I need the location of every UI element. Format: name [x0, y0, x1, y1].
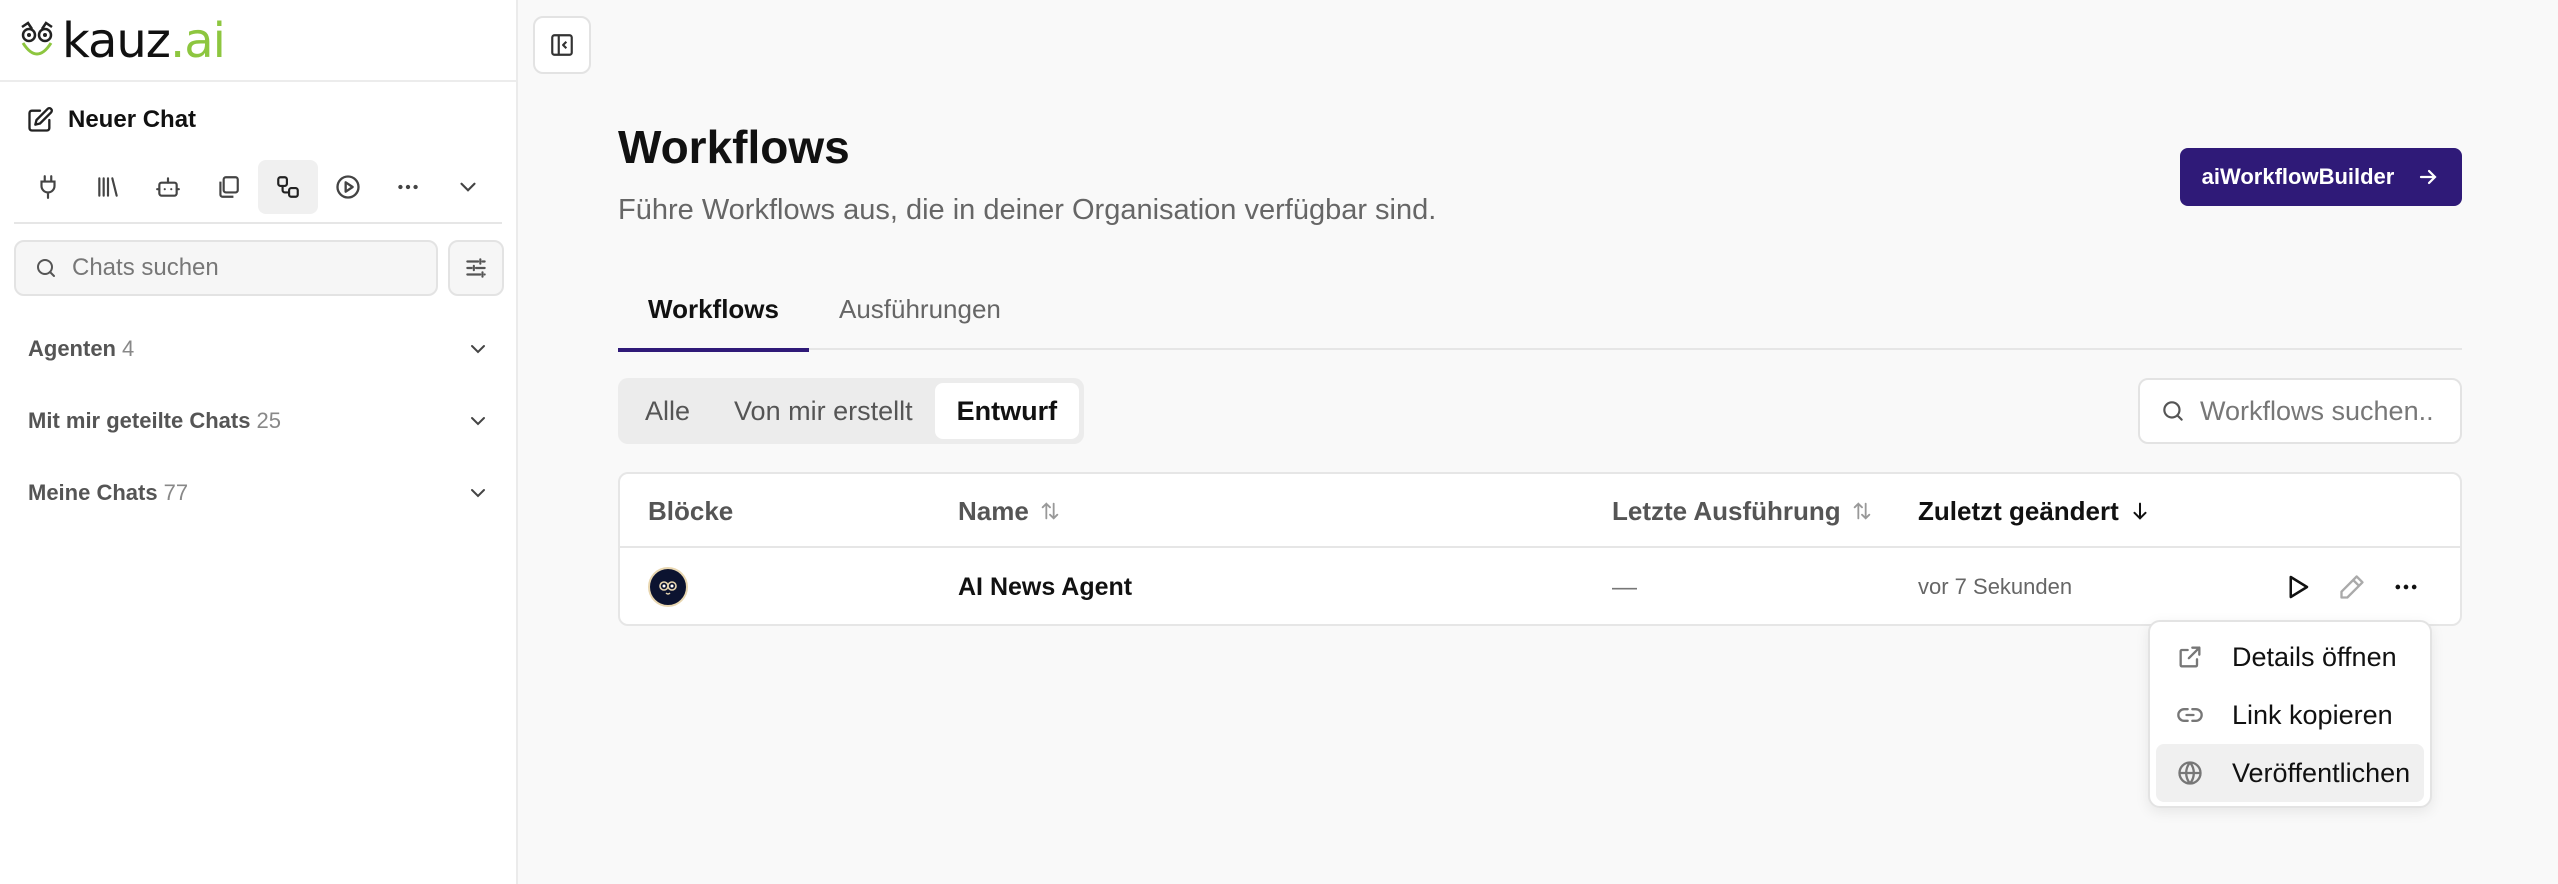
globe-icon	[2178, 761, 2202, 785]
tab-bar: Workflows Ausführungen	[618, 286, 2462, 352]
sliders-icon	[466, 258, 486, 278]
divider	[0, 80, 516, 82]
search-icon	[37, 259, 55, 277]
files-icon	[219, 176, 239, 198]
menu-label: Veröffentlichen	[2232, 757, 2411, 788]
column-label: Zuletzt geändert	[1918, 495, 2119, 526]
chat-filter-button[interactable]	[448, 240, 504, 296]
plugins-button[interactable]	[18, 160, 78, 214]
edit-icon	[28, 107, 53, 132]
owl-icon	[659, 581, 677, 595]
section-my-chats[interactable]: Meine Chats 77	[28, 480, 490, 506]
column-label: Letzte Ausführung	[1612, 495, 1841, 526]
workflow-builder-label: aiWorkflowBuilder	[2201, 164, 2395, 189]
page-subtitle: Führe Workflows aus, die in deiner Organ…	[618, 194, 1437, 226]
sort-icon	[1853, 502, 1870, 520]
menu-publish[interactable]: Veröffentlichen	[2156, 744, 2424, 802]
chevron-down-icon	[460, 182, 476, 192]
tab-workflows[interactable]: Workflows	[618, 286, 809, 352]
brand-logo[interactable]: kauz.ai	[18, 13, 226, 69]
workflow-builder-button[interactable]: aiWorkflowBuilder	[2180, 148, 2462, 206]
sidebar-collapse-icon	[551, 34, 573, 56]
filter-mine[interactable]: Von mir erstellt	[712, 383, 935, 439]
filter-all[interactable]: Alle	[623, 383, 712, 439]
divider	[14, 222, 502, 224]
section-label: Meine Chats 77	[28, 480, 188, 506]
menu-label: Link kopieren	[2232, 699, 2393, 730]
library-icon	[98, 177, 118, 197]
row-last-run: —	[1612, 572, 1637, 601]
chat-search-input[interactable]	[72, 254, 432, 282]
chevron-down-icon	[471, 417, 485, 426]
table-header: Blöcke Name Letzte Ausführung Zuletzt ge…	[620, 474, 2460, 548]
row-context-menu: Details öffnen Link kopieren Veröffentli…	[2148, 620, 2432, 808]
column-blocks: Blöcke	[648, 474, 733, 548]
agent-avatar	[648, 567, 688, 607]
external-link-icon	[2179, 646, 2201, 668]
bot-icon	[156, 177, 180, 197]
edit-workflow-icon[interactable]	[2338, 573, 2366, 601]
library-button[interactable]	[78, 160, 138, 214]
new-chat-button[interactable]: Neuer Chat	[26, 106, 196, 134]
column-name[interactable]: Name	[958, 474, 1061, 548]
row-modified: vor 7 Sekunden	[1918, 574, 2073, 599]
section-count: 4	[122, 336, 135, 361]
column-label: Blöcke	[648, 495, 734, 526]
more-actions-icon[interactable]	[2392, 573, 2420, 601]
row-name[interactable]: AI News Agent	[958, 548, 1132, 626]
workflow-search	[2138, 378, 2462, 444]
page-title: Workflows	[618, 121, 850, 173]
column-label: Name	[958, 495, 1029, 526]
more-button[interactable]	[378, 160, 438, 214]
runs-button[interactable]	[318, 160, 378, 214]
owl-logo-icon	[21, 21, 53, 56]
section-count: 25	[256, 408, 281, 433]
column-modified[interactable]: Zuletzt geändert	[1918, 474, 2151, 548]
tab-executions[interactable]: Ausführungen	[809, 286, 1031, 350]
chat-search	[14, 240, 438, 296]
files-button[interactable]	[198, 160, 258, 214]
expand-toolbar-button[interactable]	[438, 160, 498, 214]
sidebar-toolbar	[18, 160, 498, 214]
section-title: Mit mir geteilte Chats	[28, 408, 251, 433]
row-blocks-cell	[648, 548, 688, 626]
section-label: Mit mir geteilte Chats 25	[28, 408, 281, 434]
new-chat-label: Neuer Chat	[68, 106, 197, 133]
filter-draft[interactable]: Entwurf	[934, 383, 1080, 439]
section-title: Meine Chats	[28, 480, 158, 505]
section-count: 77	[163, 480, 189, 505]
menu-open-details[interactable]: Details öffnen	[2156, 628, 2424, 686]
section-label: Agenten 4	[28, 336, 134, 362]
section-agents[interactable]: Agenten 4	[28, 336, 490, 362]
workflow-search-input[interactable]	[2200, 395, 2450, 427]
collapse-sidebar-button[interactable]	[533, 16, 591, 74]
menu-copy-link[interactable]: Link kopieren	[2156, 686, 2424, 744]
workflow-icon	[277, 176, 299, 198]
arrow-right-icon	[2420, 169, 2437, 185]
run-workflow-icon[interactable]	[2282, 572, 2312, 602]
sidebar: kauz.ai Neuer Chat Chats suchen Agenten …	[0, 0, 518, 884]
arrow-down-icon	[2133, 502, 2147, 520]
section-shared-chats[interactable]: Mit mir geteilte Chats 25	[28, 408, 490, 434]
chevron-down-icon	[471, 345, 485, 354]
play-circle-icon	[336, 175, 360, 199]
agents-button[interactable]	[138, 160, 198, 214]
filter-segmented-control: Alle Von mir erstellt Entwurf	[618, 378, 1085, 444]
brand-name: kauz	[62, 13, 171, 69]
link-icon	[2177, 708, 2203, 722]
menu-label: Details öffnen	[2232, 641, 2397, 672]
chevron-down-icon	[471, 489, 485, 498]
workflows-button[interactable]	[258, 160, 318, 214]
sort-icon	[1041, 502, 1059, 520]
section-title: Agenten	[28, 336, 116, 361]
more-icon	[398, 184, 418, 190]
brand-wordmark: kauz.ai	[62, 13, 226, 69]
plug-icon	[40, 175, 56, 199]
row-actions	[2282, 548, 2420, 626]
search-icon	[2163, 401, 2183, 421]
column-last-run[interactable]: Letzte Ausführung	[1612, 474, 1873, 548]
workflows-table: Blöcke Name Letzte Ausführung Zuletzt ge…	[618, 472, 2462, 626]
brand-suffix: .ai	[169, 13, 226, 69]
